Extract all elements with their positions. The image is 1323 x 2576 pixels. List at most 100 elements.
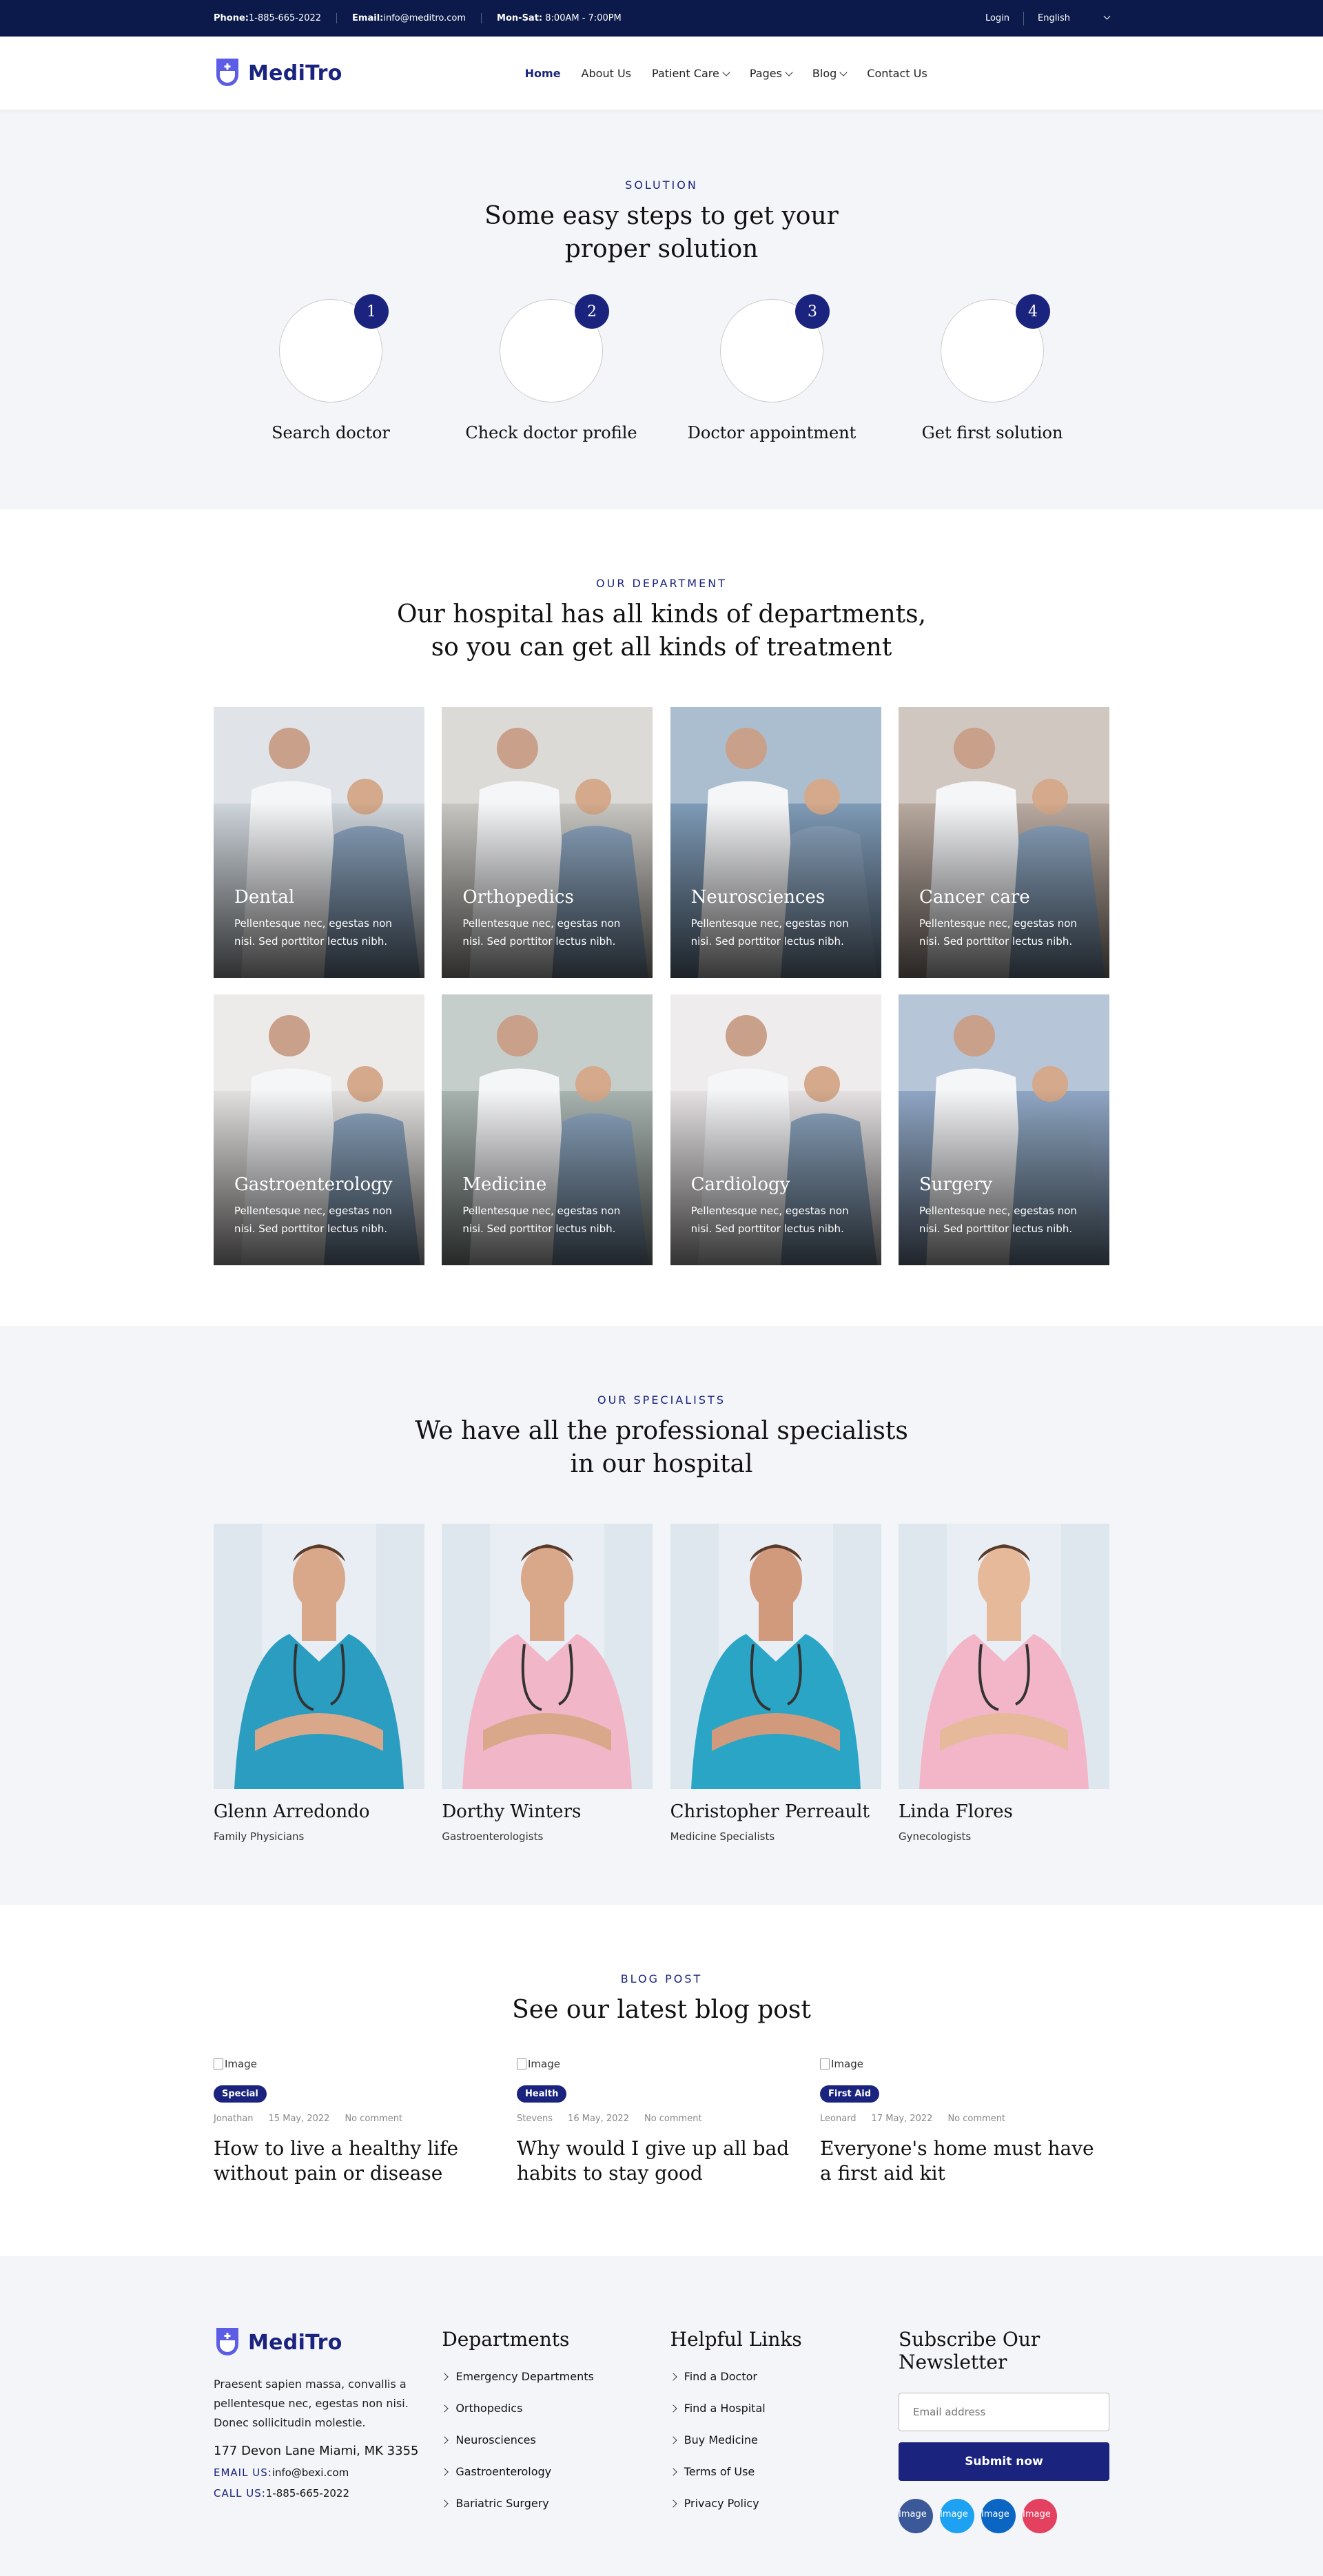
footer-department-link[interactable]: Bariatric Surgery xyxy=(440,2497,669,2510)
specialist-card[interactable]: Glenn Arredondo Family Physicians xyxy=(214,1524,424,1843)
footer-helpful-link[interactable]: Buy Medicine xyxy=(668,2433,898,2446)
department-card[interactable]: Gastroenterology Pellentesque nec, egesta… xyxy=(214,994,424,1265)
department-card[interactable]: Orthopedics Pellentesque nec, egestas non… xyxy=(442,707,653,978)
step-number-badge: 3 xyxy=(795,294,830,329)
blog-tag[interactable]: First Aid xyxy=(820,2085,880,2103)
language-label: English xyxy=(1038,13,1070,23)
blog-comments[interactable]: No comment xyxy=(345,2114,402,2124)
specialist-name[interactable]: Christopher Perreault xyxy=(670,1801,881,1822)
nav-pages-label: Pages xyxy=(749,66,782,80)
blog-image[interactable]: Image xyxy=(214,2058,503,2070)
topbar-divider xyxy=(1023,11,1025,25)
nav-contact[interactable]: Contact Us xyxy=(867,67,927,80)
department-text: Medicine Pellentesque nec, egestas non ni… xyxy=(462,1174,635,1238)
blog-comments[interactable]: No comment xyxy=(644,2114,702,2124)
blog-comments[interactable]: No comment xyxy=(947,2114,1005,2124)
blog-eyebrow: BLOG POST xyxy=(620,1972,703,1985)
social-icon[interactable]: Image xyxy=(981,2499,1016,2533)
footer-departments-column: Departments Emergency Departments Orthope… xyxy=(440,2325,669,2533)
chevron-right-icon xyxy=(668,2435,677,2444)
specialist-card[interactable]: Linda Flores Gynecologists xyxy=(898,1524,1109,1843)
footer-email-value[interactable]: info@bexi.com xyxy=(272,2466,349,2479)
nav-home[interactable]: Home xyxy=(525,67,561,80)
social-icon-alt: Image xyxy=(898,2509,927,2519)
blog-date: 17 May, 2022 xyxy=(871,2114,933,2124)
chevron-right-icon xyxy=(440,2467,449,2476)
topbar-hours: Mon-Sat: 8:00AM - 7:00PM xyxy=(497,13,622,23)
footer-department-link[interactable]: Neurosciences xyxy=(440,2433,669,2446)
newsletter-email-input[interactable] xyxy=(898,2393,1109,2431)
language-select[interactable]: English xyxy=(1038,12,1111,23)
logo[interactable]: MediTro xyxy=(214,56,342,90)
blog-post-title[interactable]: Everyone's home must have a first aid ki… xyxy=(820,2136,1109,2186)
chevron-right-icon xyxy=(440,2372,449,2381)
nav-about[interactable]: About Us xyxy=(582,67,631,80)
footer-department-link[interactable]: Emergency Departments xyxy=(440,2370,669,2383)
specialist-name[interactable]: Linda Flores xyxy=(899,1801,1109,1822)
blog-author[interactable]: Jonathan xyxy=(214,2114,254,2124)
footer-logo[interactable]: MediTro xyxy=(214,2325,441,2360)
department-text: Gastroenterology Pellentesque nec, egesta… xyxy=(234,1174,407,1238)
blog-tag[interactable]: Health xyxy=(517,2085,567,2103)
specialist-card[interactable]: Christopher Perreault Medicine Specialist… xyxy=(670,1524,881,1843)
specialist-name[interactable]: Glenn Arredondo xyxy=(214,1801,424,1822)
footer-helpful-link[interactable]: Privacy Policy xyxy=(668,2497,898,2510)
departments-title-line2: so you can get all kinds of treatment xyxy=(431,633,892,662)
specialists-title: We have all the professional specialists… xyxy=(214,1415,1109,1481)
broken-image-icon xyxy=(517,2058,526,2069)
department-description: Pellentesque nec, egestas non nisi. Sed … xyxy=(919,1205,1077,1235)
blog-image[interactable]: Image xyxy=(820,2058,1109,2070)
nav-pages[interactable]: Pages xyxy=(749,66,793,80)
social-icon[interactable]: Image xyxy=(898,2499,933,2533)
social-icon[interactable]: Image xyxy=(939,2499,974,2533)
department-card[interactable]: Cancer care Pellentesque nec, egestas non… xyxy=(898,707,1109,978)
blog-author[interactable]: Leonard xyxy=(820,2114,857,2124)
nav-patient-care-label: Patient Care xyxy=(651,66,719,80)
chevron-right-icon xyxy=(668,2499,677,2508)
step-label: Search doctor xyxy=(271,423,390,442)
login-link[interactable]: Login xyxy=(985,13,1009,23)
footer-helpful-link[interactable]: Find a Doctor xyxy=(668,2370,898,2383)
logo-text: MediTro xyxy=(248,61,342,85)
department-card[interactable]: Surgery Pellentesque nec, egestas non nis… xyxy=(898,994,1109,1265)
specialists-title-line2: in our hospital xyxy=(570,1450,753,1478)
blog-post-title[interactable]: Why would I give up all bad habits to st… xyxy=(517,2136,806,2186)
footer-department-link[interactable]: Orthopedics xyxy=(440,2402,669,2415)
footer-phone-value[interactable]: 1-885-665-2022 xyxy=(266,2487,349,2500)
footer-helpful-link[interactable]: Find a Hospital xyxy=(668,2402,898,2415)
nav-blog[interactable]: Blog xyxy=(812,67,848,80)
department-card[interactable]: Neurosciences Pellentesque nec, egestas n… xyxy=(670,707,881,978)
broken-image-icon xyxy=(820,2058,830,2069)
department-name: Medicine xyxy=(462,1174,547,1195)
footer-helpful-link[interactable]: Terms of Use xyxy=(668,2465,898,2478)
footer-department-link[interactable]: Gastroenterology xyxy=(440,2465,669,2478)
step-card: 3 Doctor appointment xyxy=(672,294,872,442)
nav-menu: Home About Us Patient Care Pages Blog Co… xyxy=(525,67,927,80)
department-text: Surgery Pellentesque nec, egestas non nis… xyxy=(919,1174,1091,1238)
specialist-photo xyxy=(214,1524,424,1789)
social-links: Image Image Image Image xyxy=(898,2499,1109,2533)
blog-author[interactable]: Stevens xyxy=(517,2114,553,2124)
footer-links-list: Find a Doctor Find a Hospital Buy Medicine… xyxy=(668,2370,898,2510)
blog-image-alt: Image xyxy=(528,2058,560,2070)
blog-title: See our latest blog post xyxy=(512,1996,811,2024)
department-description: Pellentesque nec, egestas non nisi. Sed … xyxy=(462,1205,621,1235)
department-card[interactable]: Cardiology Pellentesque nec, egestas non … xyxy=(670,994,881,1265)
specialist-name[interactable]: Dorthy Winters xyxy=(442,1801,653,1822)
blog-post-title[interactable]: How to live a healthy life without pain … xyxy=(214,2136,503,2186)
footer-department-link-label: Neurosciences xyxy=(455,2433,536,2446)
steps-title-line1: Some easy steps to get your xyxy=(484,202,839,230)
footer-email-label: EMAIL US: xyxy=(214,2466,272,2479)
blog-tag[interactable]: Special xyxy=(214,2085,267,2103)
department-card[interactable]: Medicine Pellentesque nec, egestas non ni… xyxy=(442,994,653,1265)
newsletter-title: Subscribe Our Newsletter xyxy=(898,2328,1040,2373)
department-card[interactable]: Dental Pellentesque nec, egestas non nisi… xyxy=(214,707,424,978)
nav-patient-care[interactable]: Patient Care xyxy=(651,66,730,80)
blog-image[interactable]: Image xyxy=(517,2058,806,2070)
newsletter-submit-button[interactable]: Submit now xyxy=(898,2442,1109,2481)
footer-phone-label: CALL US: xyxy=(214,2487,266,2500)
logo-icon xyxy=(216,59,238,86)
social-icon[interactable]: Image xyxy=(1022,2499,1057,2533)
social-icon-alt: Image xyxy=(939,2509,968,2519)
specialist-card[interactable]: Dorthy Winters Gastroenterologists xyxy=(442,1524,653,1843)
